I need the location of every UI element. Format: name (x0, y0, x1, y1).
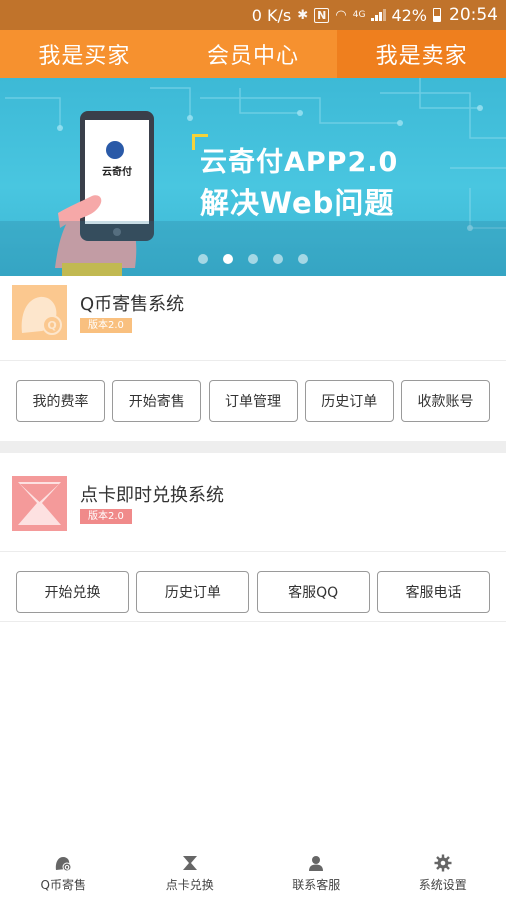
person-icon (309, 855, 324, 871)
banner-band (0, 221, 506, 276)
svg-text:Q: Q (65, 864, 70, 871)
service-qq-button[interactable]: 客服QQ (256, 571, 370, 613)
nfc-icon: N (314, 7, 330, 23)
svg-text:Q: Q (47, 319, 56, 332)
clock: 20:54 (449, 5, 498, 25)
service-phone-button[interactable]: 客服电话 (376, 571, 490, 613)
payment-account-button[interactable]: 收款账号 (401, 380, 490, 422)
nav-system-settings[interactable]: 系统设置 (380, 846, 506, 900)
bottom-nav: Q Q币寄售 点卡兑换 联系客服 系统设置 (0, 846, 506, 900)
action-buttons: 我的费率 开始寄售 订单管理 历史订单 收款账号 (0, 380, 506, 422)
network-type: 4G (352, 10, 366, 20)
exchange-history-button[interactable]: 历史订单 (136, 571, 250, 613)
carousel-dot[interactable] (198, 254, 208, 264)
order-management-button[interactable]: 订单管理 (208, 380, 298, 422)
promo-banner[interactable]: 云奇付 云奇付APP2.0 解决Web问题 (0, 78, 506, 276)
carousel-indicators (0, 254, 506, 264)
tab-member-center[interactable]: 会员中心 (169, 30, 338, 78)
banner-title-line2: 解决Web问题 (200, 186, 395, 220)
nav-contact-service[interactable]: 联系客服 (253, 846, 380, 900)
qcoin-logo-icon: Q (12, 285, 67, 340)
carousel-dot[interactable] (273, 254, 283, 264)
nav-label: 系统设置 (418, 877, 467, 892)
phone-logo-text: 云奇付 (102, 165, 132, 178)
carousel-dot[interactable] (298, 254, 308, 264)
tab-buyer[interactable]: 我是买家 (0, 30, 169, 78)
status-bar: 0 K/s ✱ N ◠ 4G 42% 20:54 (0, 0, 506, 30)
bluetooth-icon: ✱ (297, 7, 309, 23)
network-speed: 0 K/s (251, 5, 292, 25)
carousel-dot-active[interactable] (223, 254, 233, 264)
nav-label: 联系客服 (292, 877, 341, 892)
carousel-dot[interactable] (248, 254, 258, 264)
top-tabs: 我是买家 会员中心 我是卖家 (0, 30, 506, 78)
nav-card-exchange[interactable]: 点卡兑换 (127, 846, 254, 900)
start-consignment-button[interactable]: 开始寄售 (112, 380, 202, 422)
nav-label: 点卡兑换 (165, 877, 214, 892)
tab-seller[interactable]: 我是卖家 (337, 30, 506, 78)
qcoin-icon: Q (56, 856, 72, 871)
my-rate-button[interactable]: 我的费率 (16, 380, 105, 422)
version-badge: 版本2.0 (80, 509, 132, 524)
gear-icon (434, 854, 452, 871)
battery-icon (433, 8, 441, 22)
section-separator (0, 441, 506, 453)
card-exchange-section: 点卡即时兑换系统 版本2.0 开始兑换 历史订单 客服QQ 客服电话 (0, 467, 506, 622)
section-title: 点卡即时兑换系统 (80, 485, 224, 506)
section-title: Q币寄售系统 (80, 294, 185, 315)
nav-label: Q币寄售 (40, 877, 86, 892)
version-badge: 版本2.0 (80, 318, 132, 333)
section-bottom-divider (0, 621, 506, 622)
hourglass-icon (182, 855, 197, 870)
banner-title: 云奇付APP2.0 解决Web问题 (200, 143, 398, 223)
battery-percent: 42% (391, 5, 427, 25)
hourglass-logo-icon (12, 476, 67, 531)
action-buttons: 开始兑换 历史订单 客服QQ 客服电话 (0, 571, 506, 613)
order-history-button[interactable]: 历史订单 (304, 380, 394, 422)
qcoin-consignment-section: Q Q币寄售系统 版本2.0 我的费率 开始寄售 订单管理 历史订单 收款账号 (0, 276, 506, 441)
section-header: Q Q币寄售系统 版本2.0 (0, 276, 506, 361)
signal-icon (371, 9, 386, 21)
nav-qcoin-consignment[interactable]: Q Q币寄售 (0, 846, 127, 900)
wifi-icon: ◠ (335, 7, 347, 23)
section-header: 点卡即时兑换系统 版本2.0 (0, 467, 506, 552)
start-exchange-button[interactable]: 开始兑换 (16, 571, 129, 613)
banner-title-line1: 云奇付APP2.0 (200, 147, 399, 178)
